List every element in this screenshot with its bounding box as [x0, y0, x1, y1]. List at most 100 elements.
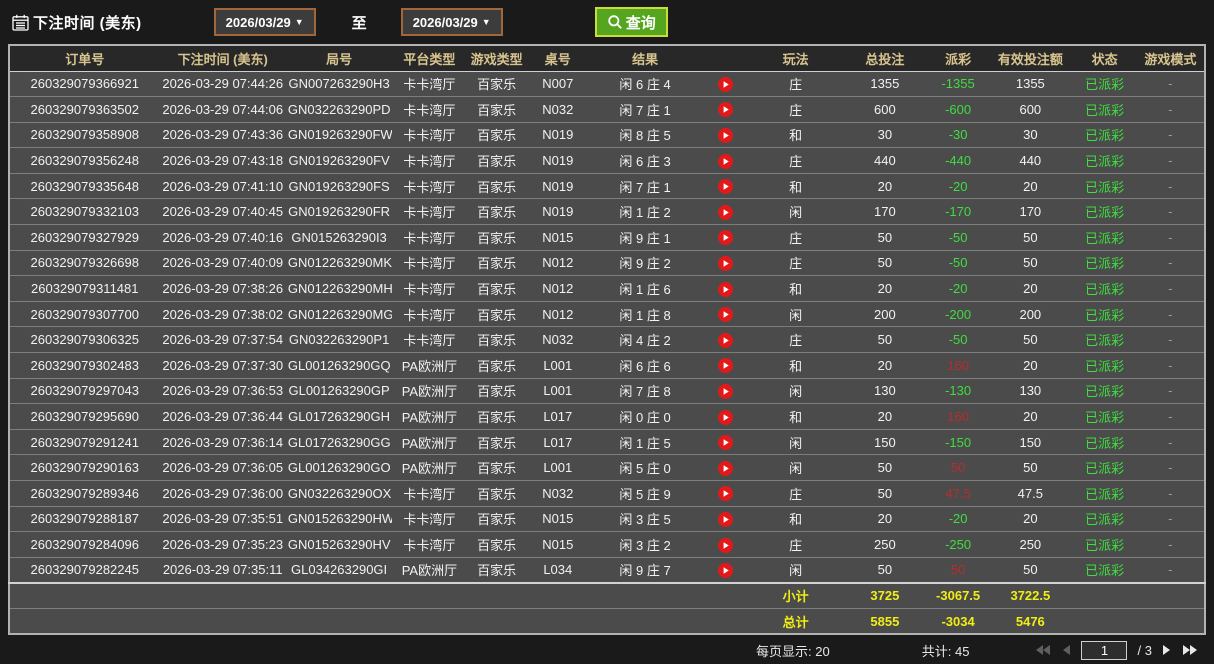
date-from-picker[interactable]: 2026/03/29 ▼	[214, 8, 316, 36]
play-video-icon[interactable]	[718, 282, 733, 297]
order-number-cell: 260329079297043	[9, 378, 160, 404]
next-page-icon[interactable]	[1162, 644, 1172, 656]
payout-cell: -200	[928, 301, 988, 327]
platform-type-cell: 卡卡湾厅	[392, 506, 466, 532]
order-number-cell: 260329079289346	[9, 481, 160, 507]
play-type-cell: 闲	[749, 378, 841, 404]
play-video-icon[interactable]	[718, 486, 733, 501]
platform-type-cell: PA欧洲厅	[392, 429, 466, 455]
play-type-cell: 和	[749, 276, 841, 302]
video-cell	[701, 455, 749, 481]
game-mode-cell: -	[1137, 71, 1205, 97]
result-cell: 闲 1 庄 8	[589, 301, 701, 327]
video-cell	[701, 148, 749, 174]
date-to-picker[interactable]: 2026/03/29 ▼	[401, 8, 503, 36]
result-cell: 闲 9 庄 2	[589, 250, 701, 276]
valid-bet-cell: 440	[988, 148, 1072, 174]
header-payout: 派彩	[928, 45, 988, 71]
play-video-icon[interactable]	[718, 102, 733, 117]
bet-time-cell: 2026-03-29 07:38:26	[160, 276, 286, 302]
bet-time-cell: 2026-03-29 07:36:05	[160, 455, 286, 481]
game-type-cell: 百家乐	[467, 225, 527, 251]
round-number-cell: GN015263290HW	[286, 506, 392, 532]
total-bet-cell: 20	[842, 276, 928, 302]
play-video-icon[interactable]	[718, 256, 733, 271]
total-bet-cell: 20	[842, 173, 928, 199]
game-type-cell: 百家乐	[467, 429, 527, 455]
play-video-icon[interactable]	[718, 230, 733, 245]
play-type-cell: 闲	[749, 301, 841, 327]
play-video-icon[interactable]	[718, 307, 733, 322]
header-valid-bet: 有效投注额	[988, 45, 1072, 71]
play-video-icon[interactable]	[718, 538, 733, 553]
play-video-icon[interactable]	[718, 461, 733, 476]
status-cell: 已派彩	[1072, 506, 1136, 532]
platform-type-cell: 卡卡湾厅	[392, 122, 466, 148]
round-number-cell: GN012263290MG	[286, 301, 392, 327]
bet-time-cell: 2026-03-29 07:37:30	[160, 353, 286, 379]
game-mode-cell: -	[1137, 481, 1205, 507]
payout-cell: 50	[928, 557, 988, 583]
game-mode-cell: -	[1137, 122, 1205, 148]
play-video-icon[interactable]	[718, 512, 733, 527]
status-cell: 已派彩	[1072, 429, 1136, 455]
play-video-icon[interactable]	[718, 384, 733, 399]
play-video-icon[interactable]	[718, 333, 733, 348]
subtotal-payout: -3067.5	[928, 583, 988, 609]
payout-cell: 47.5	[928, 481, 988, 507]
game-mode-cell: -	[1137, 225, 1205, 251]
table-number-cell: N019	[527, 148, 589, 174]
game-type-cell: 百家乐	[467, 122, 527, 148]
table-row: 260329079284096 2026-03-29 07:35:23 GN01…	[9, 532, 1205, 558]
play-video-icon[interactable]	[718, 77, 733, 92]
game-type-cell: 百家乐	[467, 250, 527, 276]
play-video-icon[interactable]	[718, 435, 733, 450]
table-row: 260329079282245 2026-03-29 07:35:11 GL03…	[9, 557, 1205, 583]
bet-time-cell: 2026-03-29 07:40:09	[160, 250, 286, 276]
header-game-mode: 游戏模式	[1137, 45, 1205, 71]
query-button[interactable]: 查询	[595, 7, 668, 37]
play-video-icon[interactable]	[718, 563, 733, 578]
play-video-icon[interactable]	[718, 410, 733, 425]
first-page-icon[interactable]	[1035, 644, 1051, 656]
game-type-cell: 百家乐	[467, 455, 527, 481]
last-page-icon[interactable]	[1182, 644, 1198, 656]
video-cell	[701, 481, 749, 507]
total-bet-cell: 150	[842, 429, 928, 455]
total-bet-cell: 1355	[842, 71, 928, 97]
play-type-cell: 闲	[749, 557, 841, 583]
video-cell	[701, 404, 749, 430]
video-cell	[701, 429, 749, 455]
platform-type-cell: 卡卡湾厅	[392, 71, 466, 97]
table-header-row: 订单号 下注时间 (美东) 局号 平台类型 游戏类型 桌号 结果 玩法 总投注 …	[9, 45, 1205, 71]
game-mode-cell: -	[1137, 506, 1205, 532]
video-cell	[701, 532, 749, 558]
payout-cell: -600	[928, 97, 988, 123]
play-video-icon[interactable]	[718, 358, 733, 373]
round-number-cell: GL001263290GQ	[286, 353, 392, 379]
game-type-cell: 百家乐	[467, 71, 527, 97]
order-number-cell: 260329079335648	[9, 173, 160, 199]
page-separator: /	[1137, 643, 1141, 658]
play-video-icon[interactable]	[718, 179, 733, 194]
play-type-cell: 和	[749, 122, 841, 148]
page-number-input[interactable]	[1081, 641, 1127, 660]
status-cell: 已派彩	[1072, 148, 1136, 174]
valid-bet-cell: 20	[988, 353, 1072, 379]
bet-time-cell: 2026-03-29 07:38:02	[160, 301, 286, 327]
order-number-cell: 260329079363502	[9, 97, 160, 123]
header-play: 玩法	[749, 45, 841, 71]
play-video-icon[interactable]	[718, 154, 733, 169]
round-number-cell: GN032263290P1	[286, 327, 392, 353]
total-pages-value: 3	[1145, 643, 1152, 658]
valid-bet-cell: 20	[988, 276, 1072, 302]
prev-page-icon[interactable]	[1061, 644, 1071, 656]
result-cell: 闲 6 庄 6	[589, 353, 701, 379]
table-row: 260329079289346 2026-03-29 07:36:00 GN03…	[9, 481, 1205, 507]
valid-bet-cell: 20	[988, 173, 1072, 199]
play-video-icon[interactable]	[718, 205, 733, 220]
play-video-icon[interactable]	[718, 128, 733, 143]
subtotal-bet: 3725	[842, 583, 928, 609]
game-type-cell: 百家乐	[467, 173, 527, 199]
round-number-cell: GN015263290HV	[286, 532, 392, 558]
